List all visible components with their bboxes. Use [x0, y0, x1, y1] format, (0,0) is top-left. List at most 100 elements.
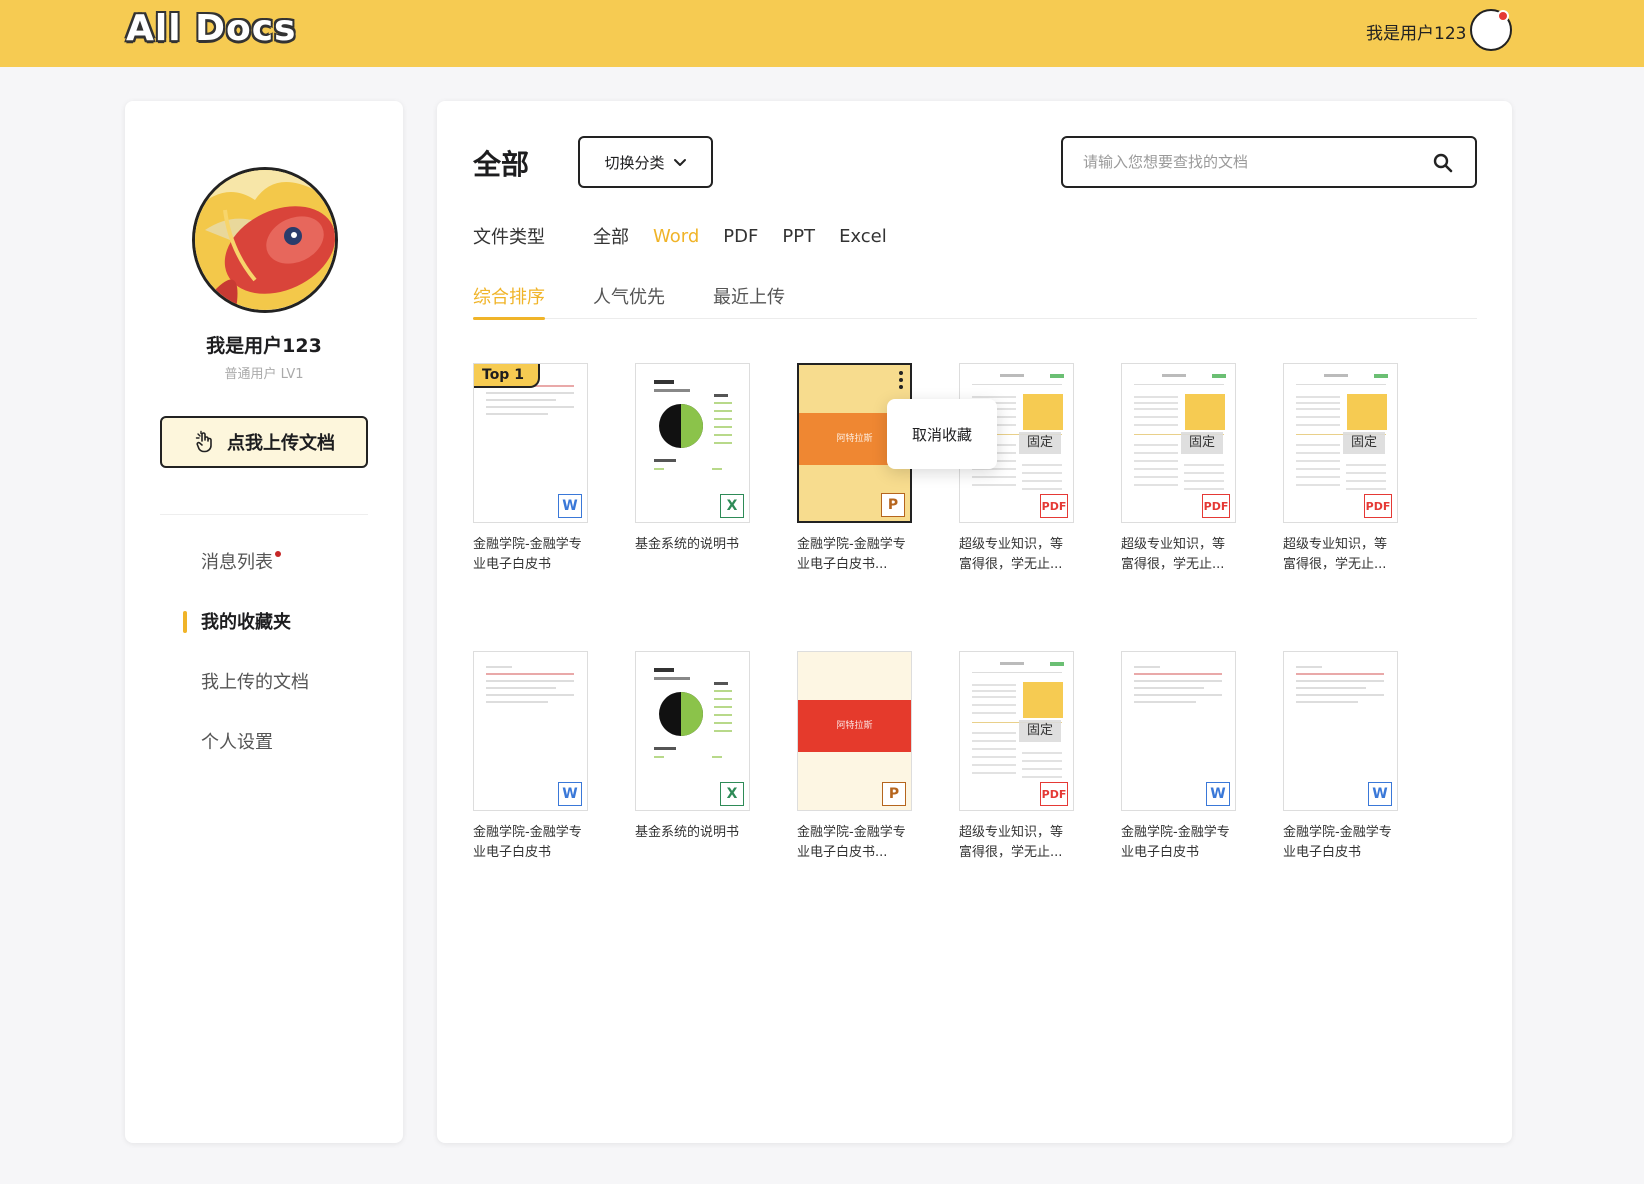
document-title[interactable]: 超级专业知识，等富得很，学无止...: [1121, 535, 1236, 575]
document-thumbnail[interactable]: X: [635, 651, 750, 811]
document-card[interactable]: 固定 PDF 超级专业知识，等富得很，学无止...: [1121, 363, 1236, 575]
app-logo[interactable]: All Docs: [126, 8, 296, 49]
profile-avatar[interactable]: [192, 167, 338, 313]
file-type-label: 文件类型: [473, 227, 545, 248]
pdf-file-icon: PDF: [1364, 494, 1392, 518]
sidebar-item-label: 个人设置: [201, 732, 273, 753]
filter-ppt[interactable]: PPT: [782, 226, 815, 247]
notification-dot: [1497, 10, 1509, 22]
document-card[interactable]: 固定 PDF 超级专业知识，等富得很，学无止...: [959, 363, 1074, 575]
doc-preview: [1296, 666, 1384, 708]
pinned-tag: 固定: [1181, 432, 1223, 454]
sidebar-item-messages[interactable]: 消息列表: [125, 531, 403, 591]
document-card[interactable]: Top 1 W 金融学院-金融学专业电子白皮书: [473, 363, 588, 575]
file-type-filter: 文件类型 全部 Word PDF PPT Excel: [473, 223, 911, 249]
profile-name: 我是用户123: [206, 335, 322, 357]
sort-tabs: 综合排序 人气优先 最近上传: [473, 283, 1477, 320]
filter-word[interactable]: Word: [653, 226, 699, 247]
doc-preview: [486, 666, 574, 708]
top-rank-tag: Top 1: [474, 364, 540, 388]
pdf-file-icon: PDF: [1040, 782, 1068, 806]
document-card[interactable]: 固定 PDF 超级专业知识，等富得很，学无止...: [1283, 363, 1398, 575]
tab-sort-recent[interactable]: 最近上传: [713, 283, 785, 319]
document-card[interactable]: 阿特拉斯 P 金融学院-金融学专业电子白皮书...: [797, 651, 912, 863]
document-title[interactable]: 金融学院-金融学专业电子白皮书: [473, 823, 588, 863]
document-card[interactable]: X 基金系统的说明书: [635, 651, 750, 863]
document-thumbnail[interactable]: W: [1121, 651, 1236, 811]
switch-category-dropdown[interactable]: 切换分类: [578, 136, 713, 188]
document-thumbnail[interactable]: 阿特拉斯 P: [797, 651, 912, 811]
document-title[interactable]: 金融学院-金融学专业电子白皮书...: [797, 535, 912, 575]
user-avatar[interactable]: [1470, 9, 1512, 51]
hand-pointer-icon: [195, 430, 212, 453]
search-input[interactable]: [1083, 150, 1413, 174]
slide-title: 阿特拉斯: [836, 721, 873, 731]
sidebar-item-settings[interactable]: 个人设置: [125, 711, 403, 771]
search-icon[interactable]: [1431, 151, 1455, 175]
document-card[interactable]: X 基金系统的说明书: [635, 363, 750, 575]
document-title[interactable]: 金融学院-金融学专业电子白皮书: [473, 535, 588, 575]
pinned-tag: 固定: [1343, 432, 1385, 454]
word-file-icon: W: [558, 494, 582, 518]
filter-excel[interactable]: Excel: [839, 226, 887, 247]
document-thumbnail[interactable]: 固定 PDF: [1121, 363, 1236, 523]
sidebar-item-my-uploads[interactable]: 我上传的文档: [125, 651, 403, 711]
document-card[interactable]: W 金融学院-金融学专业电子白皮书: [1283, 651, 1398, 863]
switch-category-label: 切换分类: [604, 153, 665, 172]
document-thumbnail[interactable]: W: [1283, 651, 1398, 811]
sidebar-item-favorites[interactable]: 我的收藏夹: [125, 591, 403, 651]
upload-document-button[interactable]: 点我上传文档: [160, 416, 368, 468]
page-title: 全部: [473, 148, 530, 181]
word-file-icon: W: [1206, 782, 1230, 806]
document-title[interactable]: 金融学院-金融学专业电子白皮书: [1121, 823, 1236, 863]
upload-button-label: 点我上传文档: [227, 433, 335, 454]
word-file-icon: W: [1368, 782, 1392, 806]
unfavorite-menu-item[interactable]: 取消收藏: [887, 399, 997, 469]
doc-preview: [1134, 666, 1222, 708]
document-title[interactable]: 超级专业知识，等富得很，学无止...: [959, 535, 1074, 575]
filter-all[interactable]: 全部: [593, 223, 629, 249]
document-title[interactable]: 基金系统的说明书: [635, 823, 750, 863]
document-thumbnail[interactable]: 固定 PDF: [1283, 363, 1398, 523]
tab-sort-comprehensive[interactable]: 综合排序: [473, 283, 545, 320]
ppt-file-icon: P: [882, 782, 906, 806]
sidebar-item-label: 我的收藏夹: [201, 612, 291, 633]
document-title[interactable]: 超级专业知识，等富得很，学无止...: [959, 823, 1074, 863]
document-card[interactable]: 固定 PDF 超级专业知识，等富得很，学无止...: [959, 651, 1074, 863]
document-thumbnail[interactable]: X: [635, 363, 750, 523]
sidebar-nav: 消息列表 我的收藏夹 我上传的文档 个人设置: [125, 531, 403, 771]
ppt-file-icon: P: [881, 493, 905, 517]
sidebar: 我是用户123 普通用户 LV1 点我上传文档 消息列表 我的收藏夹 我上传的文…: [125, 101, 403, 1143]
document-thumbnail[interactable]: 固定 PDF: [959, 651, 1074, 811]
search-box: [1061, 136, 1477, 188]
tab-sort-popular[interactable]: 人气优先: [593, 283, 665, 319]
more-options-icon[interactable]: [898, 371, 904, 391]
main-panel: 全部 切换分类 文件类型 全部 Word PDF PPT Excel 综合排序 …: [437, 101, 1512, 1143]
pinned-tag: 固定: [1019, 432, 1061, 454]
chevron-down-icon: [673, 159, 686, 166]
document-card[interactable]: W 金融学院-金融学专业电子白皮书: [1121, 651, 1236, 863]
profile-level: 普通用户 LV1: [224, 367, 304, 382]
excel-file-icon: X: [720, 782, 744, 806]
pdf-file-icon: PDF: [1040, 494, 1068, 518]
document-card[interactable]: W 金融学院-金融学专业电子白皮书: [473, 651, 588, 863]
sidebar-item-label: 我上传的文档: [201, 672, 309, 693]
header-username[interactable]: 我是用户123: [1366, 19, 1466, 44]
filter-pdf[interactable]: PDF: [723, 226, 758, 247]
document-thumbnail[interactable]: Top 1 W: [473, 363, 588, 523]
excel-file-icon: X: [720, 494, 744, 518]
word-file-icon: W: [558, 782, 582, 806]
document-title[interactable]: 金融学院-金融学专业电子白皮书...: [797, 823, 912, 863]
sidebar-item-label: 消息列表: [201, 552, 273, 573]
unread-dot: [275, 551, 281, 557]
pinned-tag: 固定: [1019, 720, 1061, 742]
sidebar-divider: [160, 514, 368, 515]
top-bar: All Docs 我是用户123: [0, 0, 1644, 67]
document-card[interactable]: 阿特拉斯 P 金融学院-金融学专业电子白皮书...: [797, 363, 912, 575]
koi-avatar-image: [195, 170, 335, 310]
document-title[interactable]: 基金系统的说明书: [635, 535, 750, 575]
pdf-file-icon: PDF: [1202, 494, 1230, 518]
document-title[interactable]: 超级专业知识，等富得很，学无止...: [1283, 535, 1398, 575]
document-thumbnail[interactable]: W: [473, 651, 588, 811]
document-title[interactable]: 金融学院-金融学专业电子白皮书: [1283, 823, 1398, 863]
